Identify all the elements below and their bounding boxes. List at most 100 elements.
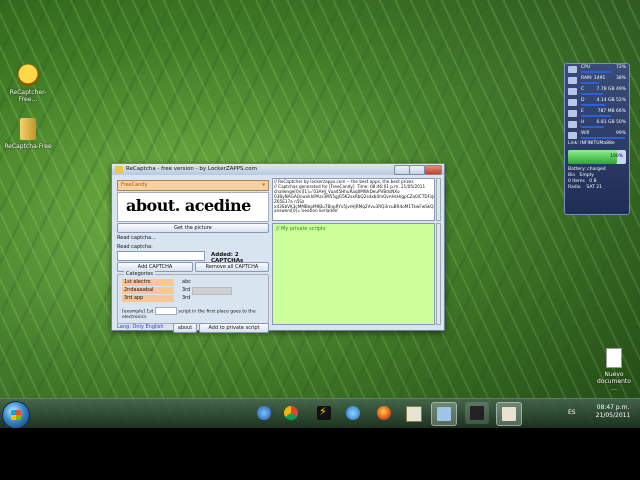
notepad-icon (502, 407, 516, 421)
gadget-row-drive-h: H 6.81 GB 50% (565, 119, 629, 130)
private-scripts-textarea[interactable]: // My private scripts (272, 223, 435, 325)
scripts-scrollbar[interactable] (436, 223, 441, 325)
category-code: abc (182, 279, 191, 285)
letterbox-bar (0, 428, 640, 480)
taskbar-chrome[interactable] (279, 402, 303, 424)
service-select[interactable]: FreeCandy ▾ (117, 180, 269, 191)
log-scrollbar[interactable] (436, 178, 441, 221)
category-code: 3rd (182, 295, 191, 301)
example-label: [example] (122, 309, 145, 315)
captcha-panel: FreeCandy ▾ about. acedine Get the pictu… (115, 178, 270, 333)
start-button[interactable] (2, 401, 30, 429)
wifi-icon (568, 132, 577, 139)
captcha-image: about. acedine (117, 192, 269, 222)
get-picture-button[interactable]: Get the picture (117, 223, 269, 233)
explorer-icon (406, 406, 422, 422)
desktop-icon-label: ReCaptcha-Free (4, 143, 52, 150)
private-scripts-placeholder: // My private scripts (276, 226, 326, 232)
desktop-icon-label: Nuevo documento ... (597, 371, 631, 392)
firefox-icon (377, 406, 391, 420)
taskbar-notepad[interactable] (496, 402, 522, 426)
ram-icon (568, 77, 577, 84)
clock-date: 21/05/2011 (595, 412, 631, 419)
recaptcha-window: ReCaptcha - free version - by LockerZAPP… (111, 163, 445, 333)
category-row[interactable]: 2ndaaaabal 3rd (122, 287, 264, 295)
captcha-input[interactable] (117, 251, 205, 261)
radio-date-row: Radio SAT 21 (565, 185, 629, 191)
taskbar-winamp[interactable] (312, 402, 336, 424)
taskbar-internet-explorer[interactable] (341, 402, 365, 424)
example-row: [example] 1st script in the first place … (122, 307, 268, 320)
drive-icon (568, 99, 577, 106)
taskbar-media-player[interactable] (465, 402, 489, 424)
system-monitor-gadget[interactable]: CPU 72% RAM: 1491 38% C 7.78 GB 49% D 4.14 G… (564, 63, 630, 215)
taskbar-recaptcha[interactable] (431, 402, 457, 426)
gadget-row-drive-e: E 787 MB 66% (565, 108, 629, 119)
category-progress-bar (192, 287, 232, 295)
drive-icon (568, 88, 577, 95)
maximize-button[interactable] (409, 165, 425, 175)
drive-e-bar (581, 115, 611, 117)
language-indicator[interactable]: ES (568, 409, 576, 416)
folder-icon (20, 118, 36, 140)
media-player-icon (470, 406, 484, 420)
taskbar-windows-live[interactable] (252, 402, 276, 424)
recaptcha-window-icon (437, 407, 451, 421)
taskbar-explorer[interactable] (401, 402, 425, 424)
drive-icon (568, 121, 577, 128)
radio-label[interactable]: Radio (568, 185, 581, 190)
remove-all-captcha-button[interactable]: Remove all CAPTCHA (195, 262, 269, 272)
language-label: Lang: Only English (117, 324, 164, 330)
taskbar-firefox[interactable] (372, 402, 396, 424)
text-document-icon (606, 348, 622, 368)
category-row[interactable]: 1st electro abc (122, 279, 264, 286)
ram-bar (581, 82, 599, 84)
add-to-private-script-button[interactable]: Add to private script (199, 323, 269, 333)
desktop-icon-recaptcha-free[interactable]: ReCaptcha-Free (2, 118, 54, 150)
gadget-row-drive-d: D 4.14 GB 52% (565, 97, 629, 108)
cpu-icon (568, 66, 577, 73)
winamp-icon (317, 405, 331, 420)
captcha-image-text: about. acedine (126, 196, 251, 215)
category-name: 3rd app (122, 295, 174, 302)
clock[interactable]: 08:47 p.m. 21/05/2011 (590, 404, 636, 420)
captcha-log-textarea[interactable]: // ReCaptcher by lockerzapps.com -- the … (272, 178, 435, 221)
category-code: 3rd (182, 287, 191, 293)
taskbar: ES 08:47 p.m. 21/05/2011 (0, 398, 640, 429)
internet-explorer-icon (346, 406, 360, 420)
desktop-icon-label: ReCaptcher-Free... (9, 89, 47, 103)
drive-c-bar (581, 93, 603, 95)
desktop-icon-nuevo-documento[interactable]: Nuevo documento ... (594, 348, 634, 392)
gadget-link: Link: INFINITUMa88e (568, 141, 615, 146)
desktop-icon-recaptcher-free[interactable]: ReCaptcher-Free... (2, 64, 54, 103)
drive-d-bar (581, 104, 605, 106)
windows-live-icon (257, 406, 271, 420)
windows-logo-icon (11, 410, 21, 420)
categories-title: Categories (124, 271, 155, 277)
minimize-button[interactable] (394, 165, 410, 175)
day-label: SAT (586, 185, 595, 190)
drive-icon (568, 110, 577, 117)
gadget-row-wifi: Wifi 99% (565, 130, 629, 141)
example-1st: 1st (146, 309, 154, 315)
chevron-down-icon: ▾ (262, 182, 265, 188)
cpu-bar (581, 71, 611, 73)
app-icon (115, 166, 123, 173)
categories-group: Categories 1st electro abc 2ndaaaabal 3r… (117, 271, 269, 324)
gadget-row-cpu: CPU 72% (565, 64, 629, 75)
category-row[interactable]: 3rd app 3rd (122, 295, 264, 302)
clock-time: 08:47 p.m. (596, 404, 630, 411)
close-button[interactable] (424, 165, 442, 175)
wifi-bar (581, 137, 625, 139)
window-title: ReCaptcha - free version - by LockerZAPP… (126, 166, 258, 172)
window-titlebar[interactable]: ReCaptcha - free version - by LockerZAPP… (112, 164, 444, 175)
read-captcha-label: Read captcha: (117, 244, 153, 250)
example-input[interactable] (154, 307, 177, 315)
about-button[interactable]: about (173, 323, 197, 333)
category-name: 1st electro (122, 279, 174, 286)
gadget-row-ram: RAM: 1491 38% (565, 75, 629, 86)
chrome-icon (284, 406, 298, 420)
read-captcha-status: Read captcha... (117, 235, 156, 241)
date-number: 21 (596, 185, 602, 190)
gadget-row-drive-c: C 7.78 GB 49% (565, 86, 629, 97)
